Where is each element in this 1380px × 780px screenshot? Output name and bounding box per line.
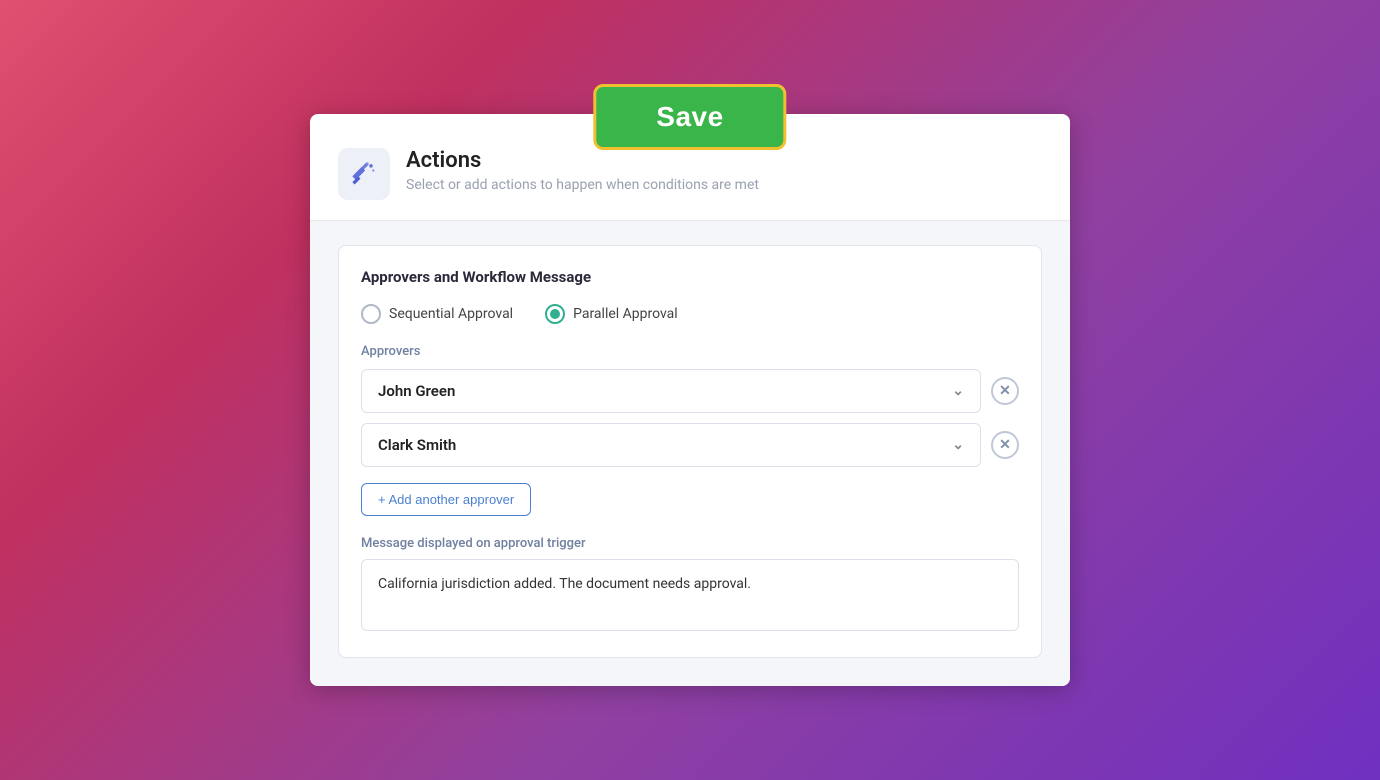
remove-approver-1-button[interactable]: ✕ (991, 377, 1019, 405)
modal-wrapper: Save Actions Select or add actions to ha… (310, 114, 1070, 686)
radio-group: Sequential Approval Parallel Approval (361, 304, 1019, 324)
sequential-label: Sequential Approval (389, 306, 513, 322)
save-button[interactable]: Save (593, 84, 786, 150)
approver-row-2: Clark Smith ⌄ ✕ (361, 423, 1019, 467)
approver-select-1[interactable]: John Green ⌄ (361, 369, 981, 413)
sequential-approval-option[interactable]: Sequential Approval (361, 304, 513, 324)
header-text: Actions Select or add actions to happen … (406, 148, 759, 193)
section-title: Approvers and Workflow Message (361, 268, 1019, 286)
modal-body: Approvers and Workflow Message Sequentia… (310, 221, 1070, 686)
approver-row-1: John Green ⌄ ✕ (361, 369, 1019, 413)
add-approver-button[interactable]: + Add another approver (361, 483, 531, 516)
approver-select-2[interactable]: Clark Smith ⌄ (361, 423, 981, 467)
parallel-approval-option[interactable]: Parallel Approval (545, 304, 678, 324)
modal: Actions Select or add actions to happen … (310, 114, 1070, 686)
page-title: Actions (406, 148, 759, 173)
approver-1-name: John Green (378, 382, 455, 400)
message-label: Message displayed on approval trigger (361, 536, 1019, 551)
approver-2-name: Clark Smith (378, 436, 456, 454)
approvers-label: Approvers (361, 344, 1019, 359)
page-subtitle: Select or add actions to happen when con… (406, 177, 759, 193)
parallel-label: Parallel Approval (573, 306, 678, 322)
sequential-radio[interactable] (361, 304, 381, 324)
actions-icon-wrap (338, 148, 390, 200)
chevron-down-icon-1: ⌄ (952, 383, 964, 399)
parallel-radio[interactable] (545, 304, 565, 324)
section-card: Approvers and Workflow Message Sequentia… (338, 245, 1042, 658)
magic-wand-icon (350, 160, 378, 188)
remove-approver-2-button[interactable]: ✕ (991, 431, 1019, 459)
chevron-down-icon-2: ⌄ (952, 437, 964, 453)
message-textarea[interactable] (361, 559, 1019, 631)
